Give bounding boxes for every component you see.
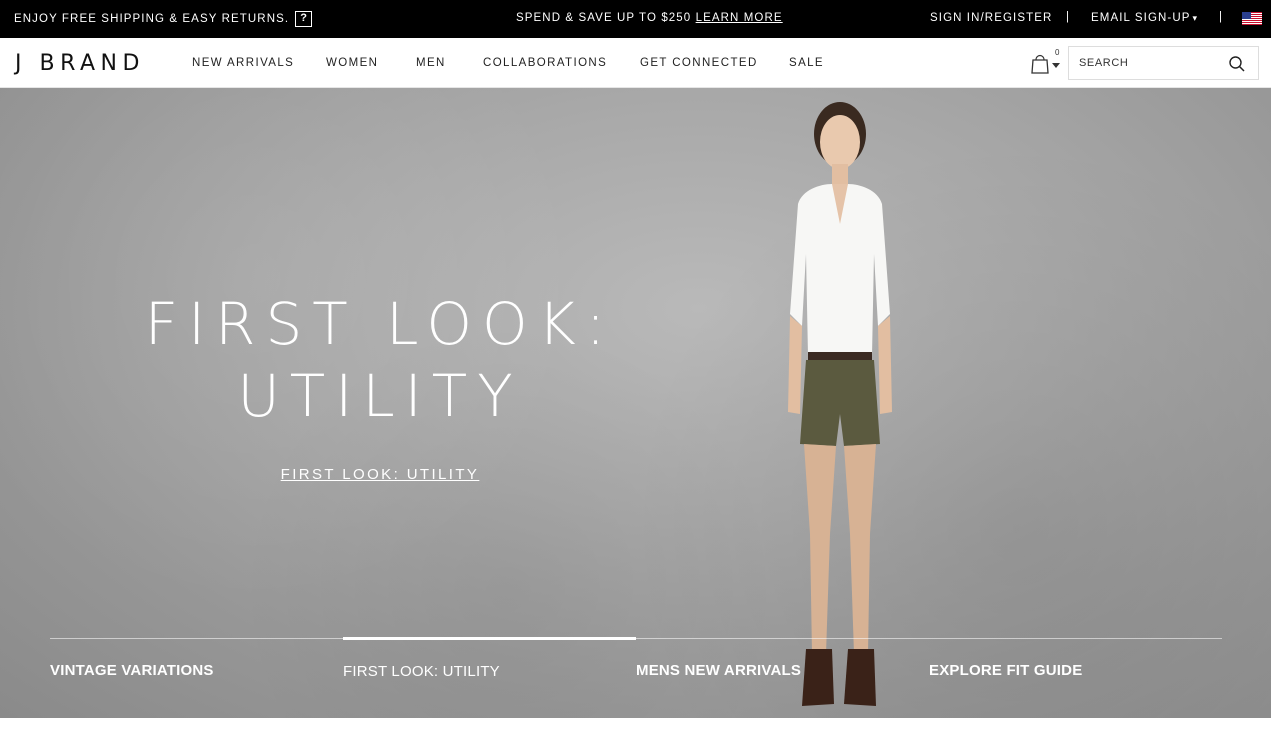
search-box — [1068, 46, 1259, 80]
nav-get-connected[interactable]: GET CONNECTED — [640, 57, 758, 69]
promo-message: SPEND & SAVE UP TO $250 LEARN MORE — [516, 12, 783, 24]
promo-bar: ENJOY FREE SHIPPING & EASY RETURNS. ? SP… — [0, 0, 1271, 38]
model-photo — [788, 102, 892, 706]
us-flag-icon[interactable] — [1242, 12, 1262, 25]
tab-vintage-variations[interactable]: VINTAGE VARIATIONS — [50, 638, 343, 688]
search-icon[interactable] — [1228, 55, 1246, 73]
main-nav: J BRAND NEW ARRIVALS WOMEN MEN COLLABORA… — [0, 38, 1271, 88]
cart-count: 0 — [1055, 48, 1060, 57]
tab-first-look-utility[interactable]: FIRST LOOK: UTILITY — [343, 637, 636, 687]
help-icon[interactable]: ? — [295, 11, 313, 27]
separator: | — [1066, 11, 1071, 23]
nav-new-arrivals[interactable]: NEW ARRIVALS — [192, 57, 294, 69]
hero-title-line1: FIRST LOOK: — [144, 290, 616, 358]
tab-label: FIRST LOOK: UTILITY — [343, 663, 500, 680]
search-input[interactable] — [1069, 47, 1219, 79]
free-shipping-text: ENJOY FREE SHIPPING & EASY RETURNS. — [14, 13, 290, 25]
tab-label: VINTAGE VARIATIONS — [50, 662, 214, 679]
hero-title: FIRST LOOK: UTILITY — [120, 288, 640, 432]
brand-logo[interactable]: J BRAND — [15, 51, 145, 76]
hero-banner[interactable]: FIRST LOOK: UTILITY FIRST LOOK: UTILITY … — [0, 88, 1271, 718]
tab-label: MENS NEW ARRIVALS — [636, 662, 802, 679]
nav-women[interactable]: WOMEN — [326, 57, 378, 69]
nav-sale[interactable]: SALE — [789, 57, 824, 69]
carousel-tabs: VINTAGE VARIATIONS FIRST LOOK: UTILITY M… — [50, 637, 1222, 698]
nav-men[interactable]: MEN — [416, 57, 446, 69]
promo-text: SPEND & SAVE UP TO $250 — [516, 12, 692, 24]
hero-cta-link[interactable]: FIRST LOOK: UTILITY — [120, 466, 640, 483]
page-bottom — [0, 718, 1271, 737]
separator: | — [1219, 11, 1224, 23]
email-signup-label: EMAIL SIGN-UP — [1091, 12, 1191, 24]
tab-label: EXPLORE FIT GUIDE — [929, 662, 1083, 679]
tab-explore-fit-guide[interactable]: EXPLORE FIT GUIDE — [929, 638, 1222, 688]
free-shipping-notice: ENJOY FREE SHIPPING & EASY RETURNS. ? — [14, 11, 313, 27]
learn-more-link[interactable]: LEARN MORE — [696, 12, 783, 24]
hero-title-line2: UTILITY — [237, 362, 523, 430]
caret-down-icon: ▾ — [1192, 13, 1199, 23]
tab-mens-new-arrivals[interactable]: MENS NEW ARRIVALS — [636, 638, 929, 688]
sign-in-link[interactable]: SIGN IN/REGISTER — [930, 12, 1052, 24]
nav-collaborations[interactable]: COLLABORATIONS — [483, 57, 607, 69]
email-signup-dropdown[interactable]: EMAIL SIGN-UP ▾ — [1091, 12, 1198, 24]
